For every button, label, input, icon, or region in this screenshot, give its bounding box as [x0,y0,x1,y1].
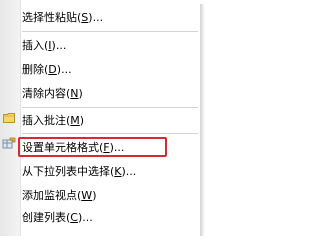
menu-item-accelerator: N [70,87,79,100]
menu-item-suffix: ) [78,87,83,100]
menu-item-delete[interactable]: 删除(D)... [22,60,194,80]
menu-item-suffix: )... [77,211,93,224]
format-cells-icon [2,137,16,149]
menu-item-clear-contents[interactable]: 清除内容(N) [22,84,194,104]
menu-item-accelerator: C [70,211,78,224]
menu-item-label: 清除内容( [22,87,71,100]
menu-item-accelerator: D [48,63,57,76]
menu-separator [22,107,198,108]
context-menu: 选择性粘贴(S)... 插入(I)... 删除(D)... 清除内容(N) 插入… [0,0,200,236]
menu-item-label: 删除( [22,63,49,76]
menu-item-insert-comment[interactable]: 插入批注(M) [22,111,194,131]
menu-item-accelerator: M [70,114,80,127]
menu-item-accelerator: W [81,189,93,202]
menu-item-label: 选择性粘贴( [22,11,82,24]
menu-item-suffix: ) [92,189,97,202]
screenshot-stage: 选择性粘贴(S)... 插入(I)... 删除(D)... 清除内容(N) 插入… [0,0,212,236]
menu-item-paste-special[interactable]: 选择性粘贴(S)... [22,8,194,28]
menu-item-suffix: )... [51,39,67,52]
menu-item-accelerator: K [114,165,122,178]
menu-item-pick-from-list[interactable]: 从下拉列表中选择(K)... [22,162,194,182]
menu-item-label: 从下拉列表中选择( [22,165,115,178]
menu-item-insert[interactable]: 插入(I)... [22,36,194,56]
menu-item-label: 插入( [22,39,49,52]
menu-item-label: 添加监视点( [22,189,82,202]
menu-item-label: 插入批注( [22,114,71,127]
menu-item-suffix: )... [56,63,72,76]
menu-item-suffix: )... [121,165,137,178]
menu-separator [22,31,198,32]
menu-separator [22,133,198,134]
menu-item-suffix: ) [79,114,85,127]
menu-item-suffix: )... [88,11,104,24]
comment-note-icon [3,113,15,123]
menu-item-add-watch[interactable]: 添加监视点(W) [22,186,194,206]
menu-item-create-list[interactable]: 创建列表(C)... [22,208,194,228]
highlight-annotation-box [18,137,167,157]
menu-shadow [200,4,205,236]
menu-item-label: 创建列表( [22,211,71,224]
